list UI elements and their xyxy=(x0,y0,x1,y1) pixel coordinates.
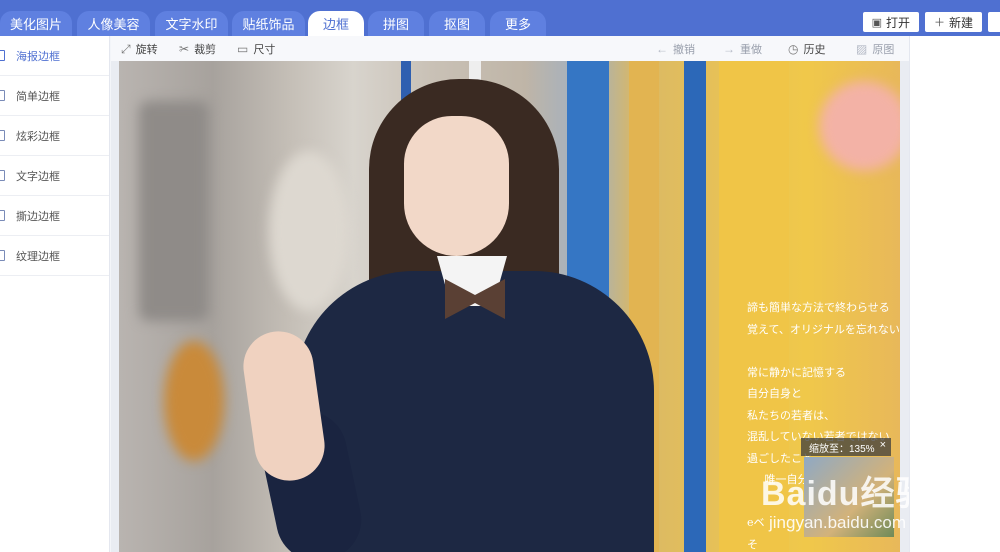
subject-face xyxy=(404,116,509,256)
redo-button[interactable]: → 重做 xyxy=(723,41,762,57)
background-blur xyxy=(139,101,209,321)
history-button[interactable]: ◷ 历史 xyxy=(788,41,825,57)
crop-button[interactable]: ✂ 裁剪 xyxy=(179,41,216,57)
scissors-icon: ✂ xyxy=(179,42,190,56)
original-button[interactable]: ▨ 原图 xyxy=(856,41,894,57)
resize-icon: ▭ xyxy=(237,42,249,56)
clock-icon: ◷ xyxy=(788,42,799,56)
sidebar-item-label: 纹理边框 xyxy=(16,250,60,263)
edit-toolbar: ⤢ 旋转 ✂ 裁剪 ▭ 尺寸 ← 撤销 → 重做 ◷ 历史 ▨ 原图 xyxy=(111,36,909,61)
new-button[interactable]: ＋ 新建 xyxy=(924,12,982,32)
arrow-left-icon: ← xyxy=(656,42,668,56)
sidebar-item-texture-border[interactable]: 纹理边框 xyxy=(0,236,109,276)
frame-icon xyxy=(0,90,5,101)
sidebar-item-label: 海报边框 xyxy=(16,50,60,63)
new-label: 新建 xyxy=(948,15,973,30)
background-blur xyxy=(269,151,349,311)
tab-beautify[interactable]: 美化图片 xyxy=(0,11,72,36)
sidebar-item-label: 撕边边框 xyxy=(16,210,60,223)
tab-border[interactable]: 边框 xyxy=(308,11,364,36)
tab-cutout[interactable]: 抠图 xyxy=(429,11,485,36)
image-icon: ▣ xyxy=(871,16,882,29)
tab-portrait[interactable]: 人像美容 xyxy=(77,11,150,36)
close-icon[interactable]: × xyxy=(880,439,886,451)
frame-icon xyxy=(0,50,5,61)
crop-label: 裁剪 xyxy=(194,44,217,56)
open-label: 打开 xyxy=(885,15,910,30)
sidebar-item-colorful-border[interactable]: 炫彩边框 xyxy=(0,116,109,156)
right-panel xyxy=(909,36,1000,552)
top-actions: ▣ 打开 ＋ 新建 xyxy=(862,12,1000,32)
frame-icon xyxy=(0,130,5,141)
background-blur xyxy=(819,81,900,171)
undo-button[interactable]: ← 撤销 xyxy=(656,41,695,57)
sidebar-item-label: 简单边框 xyxy=(16,90,60,103)
undo-label: 撤销 xyxy=(673,44,695,56)
border-category-sidebar: 海报边框 简单边框 炫彩边框 文字边框 撕边边框 纹理边框 xyxy=(0,36,110,552)
image-icon: ▨ xyxy=(856,42,868,56)
background-pole xyxy=(684,61,706,552)
tab-text-watermark[interactable]: 文字水印 xyxy=(155,11,228,36)
frame-icon xyxy=(0,170,5,181)
zoom-tooltip: 缩放至：135% × xyxy=(801,438,891,456)
edge-button[interactable] xyxy=(988,12,1000,32)
sidebar-item-text-border[interactable]: 文字边框 xyxy=(0,156,109,196)
sidebar-item-simple-border[interactable]: 简单边框 xyxy=(0,76,109,116)
redo-label: 重做 xyxy=(740,44,762,56)
size-button[interactable]: ▭ 尺寸 xyxy=(237,41,275,57)
size-label: 尺寸 xyxy=(253,44,276,56)
plus-icon: ＋ xyxy=(933,17,945,29)
open-button[interactable]: ▣ 打开 xyxy=(862,12,919,32)
background-blur xyxy=(164,341,224,461)
sidebar-item-label: 文字边框 xyxy=(16,170,60,183)
tab-stickers[interactable]: 贴纸饰品 xyxy=(232,11,305,36)
history-label: 历史 xyxy=(803,44,826,56)
rotate-icon: ⤢ xyxy=(121,41,131,56)
arrow-right-icon: → xyxy=(723,42,735,56)
tab-collage[interactable]: 拼图 xyxy=(368,11,424,36)
rotate-button[interactable]: ⤢ 旋转 xyxy=(121,41,158,57)
zoom-tooltip-text: 缩放至：135% xyxy=(809,443,875,455)
sidebar-item-label: 炫彩边框 xyxy=(16,130,60,143)
sidebar-item-torn-border[interactable]: 撕边边框 xyxy=(0,196,109,236)
rotate-label: 旋转 xyxy=(135,44,158,56)
frame-icon xyxy=(0,210,5,221)
editing-canvas[interactable]: 諦も簡単な方法で終わらせる 覚えて、オリジナルを忘れない 常に静かに記憶する 自… xyxy=(111,61,929,552)
frame-icon xyxy=(0,250,5,261)
original-label: 原图 xyxy=(872,44,895,56)
top-tab-bar: 美化图片 人像美容 文字水印 贴纸饰品 边框 拼图 抠图 更多 ▣ 打开 ＋ 新… xyxy=(0,0,1000,36)
tab-more[interactable]: 更多 xyxy=(490,11,546,36)
sidebar-item-poster-border[interactable]: 海报边框 xyxy=(0,36,109,76)
